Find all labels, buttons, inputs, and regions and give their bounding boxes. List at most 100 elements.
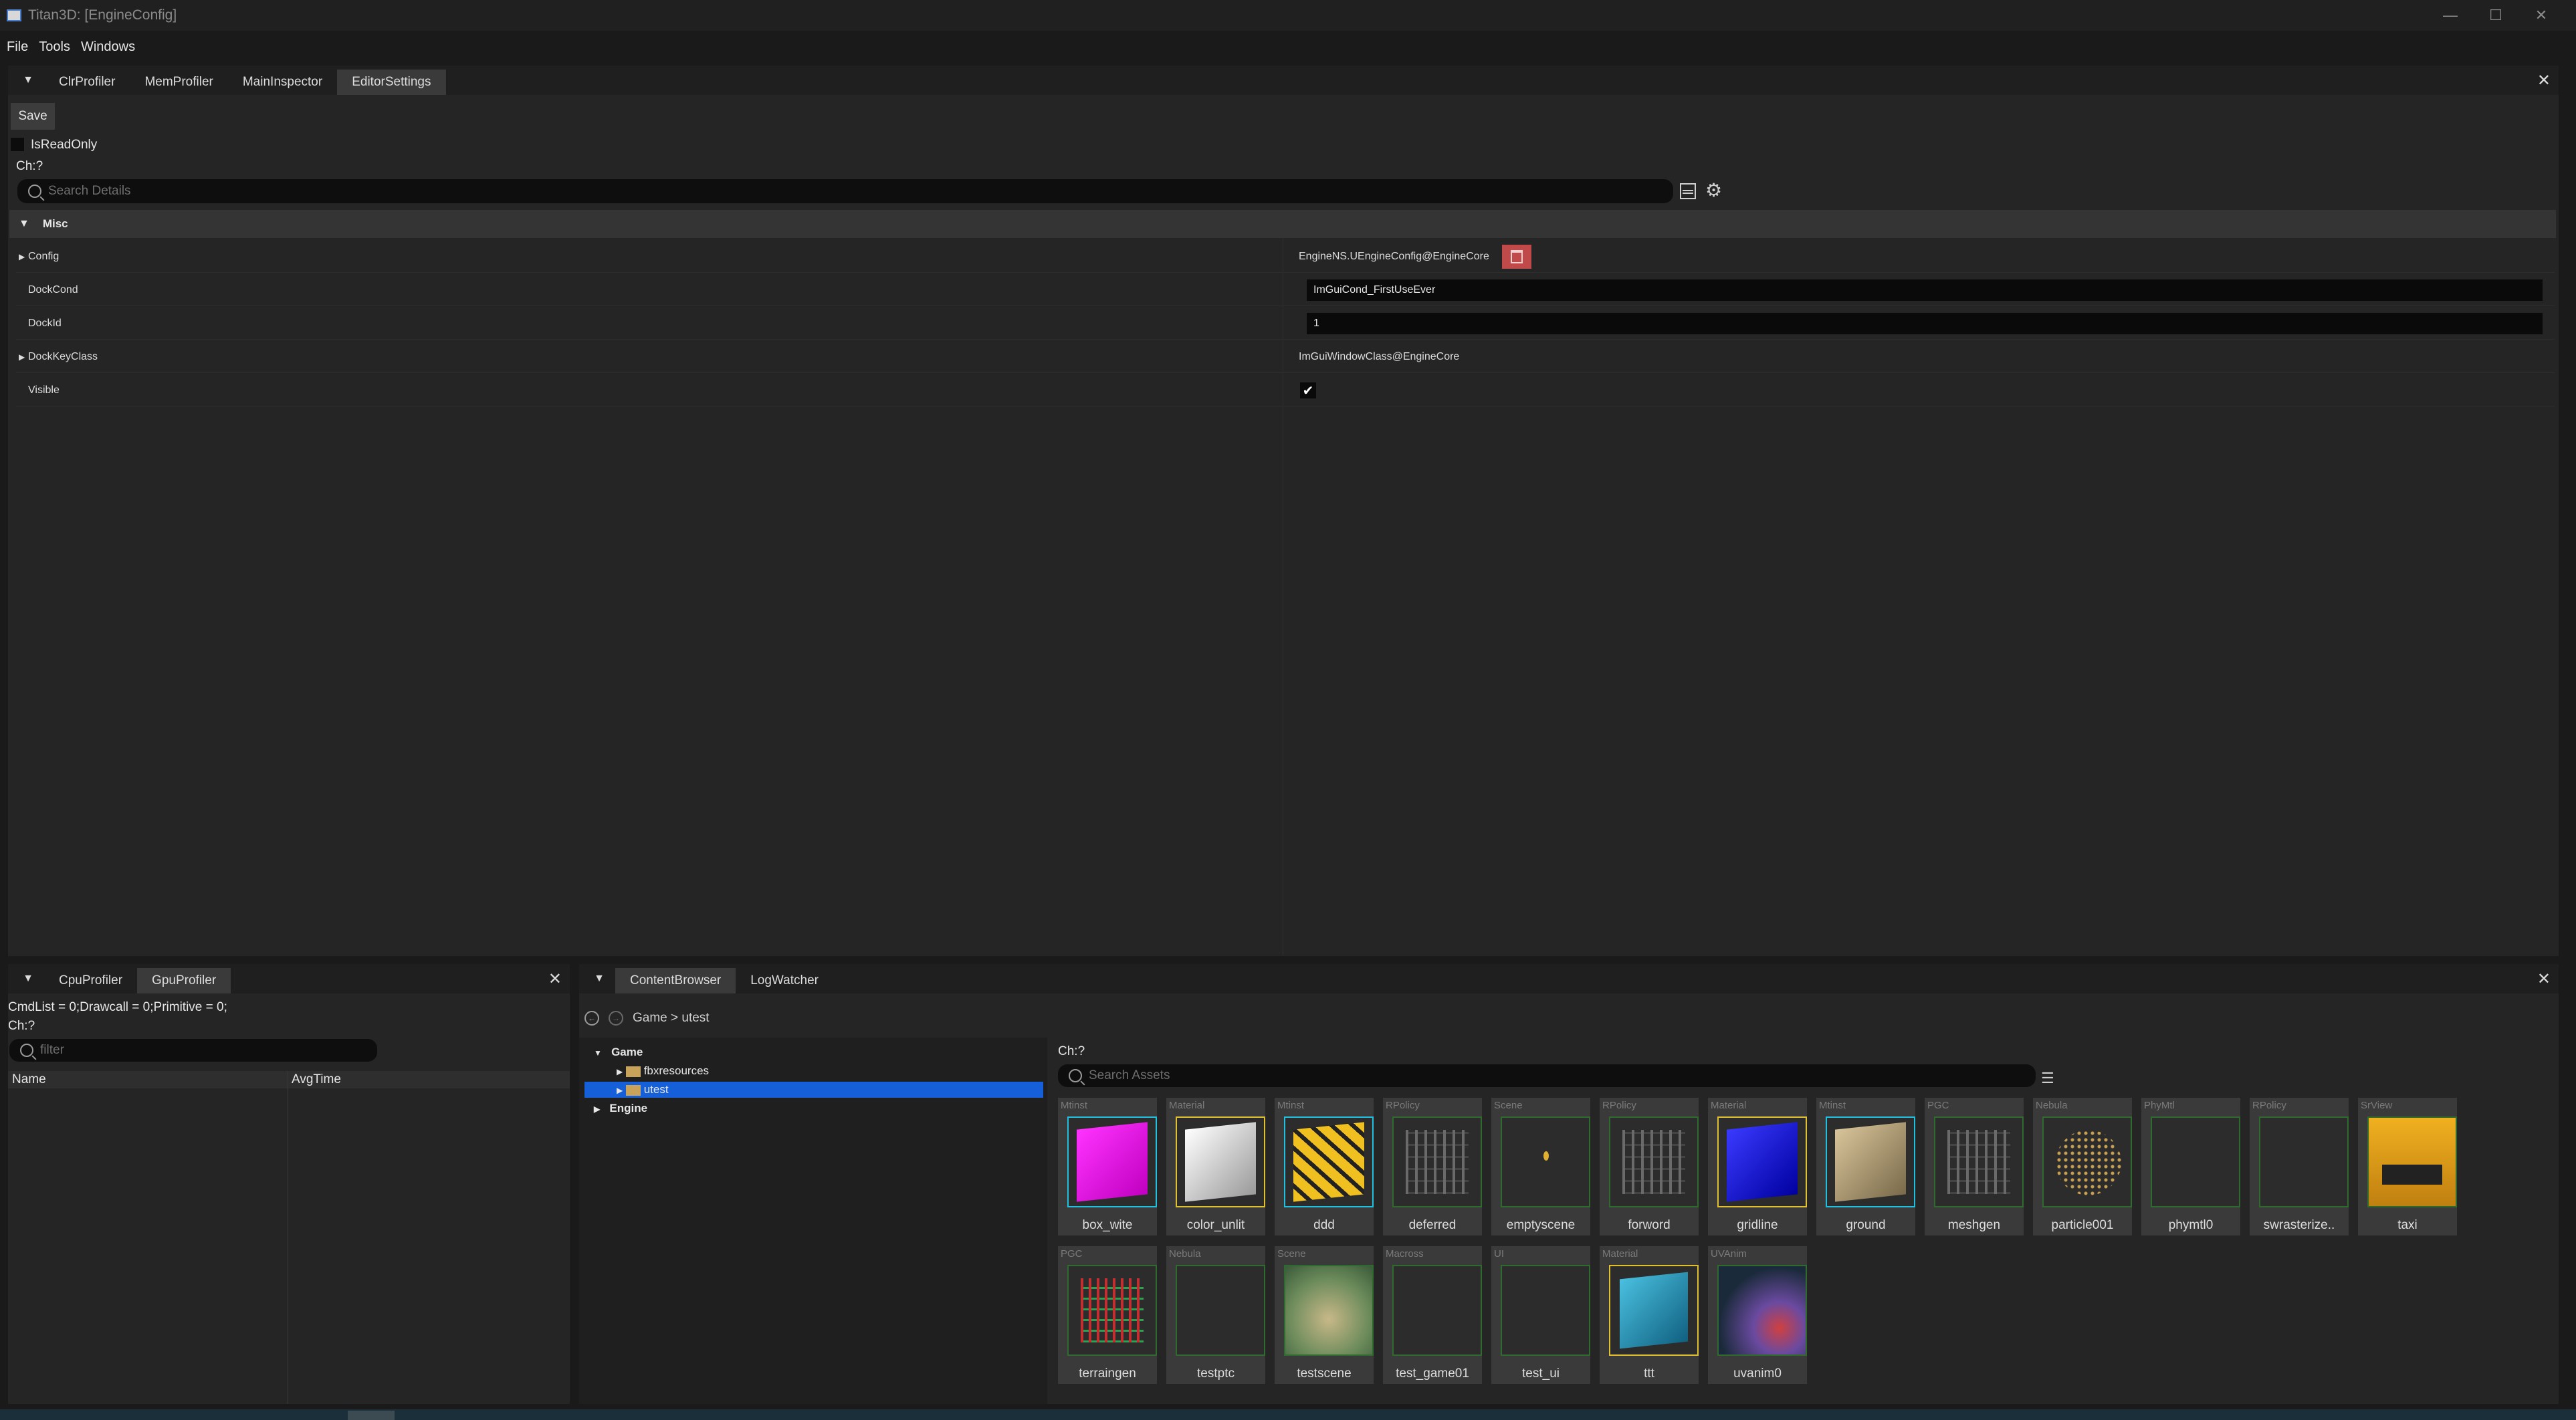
close-window-button[interactable]: ✕ bbox=[2524, 0, 2559, 31]
dockcond-input[interactable]: ImGuiCond_FirstUseEver bbox=[1307, 279, 2543, 301]
asset-thumbnail bbox=[1284, 1265, 1374, 1356]
asset-tile[interactable]: Material color_unlit bbox=[1166, 1098, 1265, 1235]
asset-tile[interactable]: PGC terraingen bbox=[1058, 1246, 1157, 1384]
search-icon bbox=[1069, 1069, 1082, 1082]
tab-editorsettings[interactable]: EditorSettings bbox=[337, 70, 446, 95]
app-icon bbox=[7, 9, 21, 21]
asset-thumbnail bbox=[1609, 1265, 1699, 1356]
asset-tile[interactable]: Macross test_game01 bbox=[1383, 1246, 1482, 1384]
breadcrumb[interactable]: Game > utest bbox=[633, 1011, 710, 1026]
column-avgtime[interactable]: AvgTime bbox=[292, 1072, 341, 1087]
tab-cpuprofiler[interactable]: CpuProfiler bbox=[44, 968, 137, 993]
folder-tree: ▼ Game ▶ fbxresources ▶ utest ▶ Engine bbox=[579, 1038, 1047, 1404]
close-icon[interactable]: ✕ bbox=[2537, 71, 2551, 90]
category-header-misc[interactable]: ▼ Misc bbox=[9, 210, 2556, 238]
table-header: Name AvgTime bbox=[8, 1071, 570, 1088]
asset-tile[interactable]: Scene testscene bbox=[1275, 1246, 1374, 1384]
asset-type: Scene bbox=[1277, 1248, 1306, 1260]
asset-type: Mtinst bbox=[1061, 1100, 1088, 1111]
maximize-button[interactable]: ☐ bbox=[2478, 0, 2513, 31]
asset-tile[interactable]: RPolicy swrasterize.. bbox=[2250, 1098, 2349, 1235]
scrollbar-thumb[interactable] bbox=[348, 1411, 395, 1420]
expand-icon[interactable]: ▶ bbox=[19, 352, 25, 362]
tab-logwatcher[interactable]: LogWatcher bbox=[736, 968, 833, 993]
tab-memprofiler[interactable]: MemProfiler bbox=[130, 70, 227, 95]
tree-node-fbxresources[interactable]: ▶ fbxresources bbox=[617, 1064, 709, 1078]
asset-tile[interactable]: Material ttt bbox=[1600, 1246, 1699, 1384]
panel-menu-icon[interactable]: ▼ bbox=[591, 973, 607, 985]
property-name: Config bbox=[28, 250, 60, 262]
settings-gear-icon[interactable]: ⚙ bbox=[1705, 179, 1722, 201]
asset-tile[interactable]: SrView taxi bbox=[2358, 1098, 2457, 1235]
asset-type: RPolicy bbox=[1386, 1100, 1420, 1111]
dockid-input[interactable]: 1 bbox=[1307, 312, 2543, 334]
search-icon bbox=[20, 1044, 33, 1057]
asset-thumbnail bbox=[1176, 1265, 1265, 1356]
asset-tile[interactable]: UI test_ui bbox=[1491, 1246, 1590, 1384]
asset-type: Nebula bbox=[2036, 1100, 2068, 1111]
tab-gpuprofiler[interactable]: GpuProfiler bbox=[137, 968, 231, 993]
minimize-button[interactable]: — bbox=[2433, 0, 2468, 31]
asset-tile[interactable]: PhyMtl phymtl0 bbox=[2141, 1098, 2240, 1235]
filter-icon[interactable]: ☰ bbox=[2041, 1070, 2054, 1087]
tab-maininspector[interactable]: MainInspector bbox=[228, 70, 337, 95]
asset-tile[interactable]: Scene emptyscene bbox=[1491, 1098, 1590, 1235]
property-row-dockid: DockId 1 bbox=[16, 308, 2555, 340]
asset-tile[interactable]: PGC meshgen bbox=[1925, 1098, 2024, 1235]
panel-menu-icon[interactable]: ▼ bbox=[20, 973, 36, 985]
asset-thumbnail bbox=[2367, 1116, 2457, 1207]
table-view-icon[interactable] bbox=[1680, 183, 1696, 199]
asset-name: emptyscene bbox=[1506, 1218, 1576, 1232]
forward-arrow-icon[interactable]: → bbox=[609, 1011, 623, 1026]
asset-type: Material bbox=[1711, 1100, 1747, 1111]
tree-node-utest[interactable]: ▶ utest bbox=[617, 1083, 669, 1096]
asset-type: Mtinst bbox=[1819, 1100, 1846, 1111]
asset-tile[interactable]: Nebula testptc bbox=[1166, 1246, 1265, 1384]
readonly-checkbox[interactable] bbox=[11, 138, 24, 151]
asset-tile[interactable]: Material gridline bbox=[1708, 1098, 1807, 1235]
readonly-label: IsReadOnly bbox=[31, 138, 98, 152]
asset-name: meshgen bbox=[1947, 1218, 2001, 1232]
asset-tile[interactable]: Nebula particle001 bbox=[2033, 1098, 2132, 1235]
asset-thumbnail bbox=[1067, 1116, 1157, 1207]
close-icon[interactable]: ✕ bbox=[2537, 969, 2551, 989]
back-arrow-icon[interactable]: ← bbox=[584, 1011, 599, 1026]
menu-file[interactable]: File bbox=[7, 39, 28, 55]
column-name[interactable]: Name bbox=[12, 1072, 46, 1087]
filter-placeholder: filter bbox=[40, 1043, 64, 1057]
search-icon bbox=[28, 185, 41, 198]
asset-type: RPolicy bbox=[1602, 1100, 1636, 1111]
asset-thumbnail bbox=[1717, 1265, 1807, 1356]
asset-name: phymtl0 bbox=[2168, 1218, 2214, 1232]
asset-tile[interactable]: Mtinst box_wite bbox=[1058, 1098, 1157, 1235]
asset-tile[interactable]: RPolicy forword bbox=[1600, 1098, 1699, 1235]
tree-node-game[interactable]: ▼ Game bbox=[594, 1046, 643, 1059]
trash-icon bbox=[1511, 250, 1523, 263]
visible-checkbox[interactable]: ✔ bbox=[1300, 382, 1316, 398]
search-assets-input[interactable]: Search Assets bbox=[1058, 1064, 2036, 1087]
delete-button[interactable] bbox=[1502, 245, 1531, 269]
asset-name: deferred bbox=[1408, 1218, 1457, 1232]
asset-tile[interactable]: RPolicy deferred bbox=[1383, 1098, 1482, 1235]
channel-label: Ch:? bbox=[1058, 1044, 1085, 1058]
save-button[interactable]: Save bbox=[11, 103, 55, 130]
tab-clrprofiler[interactable]: ClrProfiler bbox=[44, 70, 130, 95]
asset-tile[interactable]: Mtinst ground bbox=[1816, 1098, 1915, 1235]
asset-thumbnail bbox=[1826, 1116, 1915, 1207]
search-details-input[interactable]: Search Details bbox=[17, 179, 1673, 203]
asset-tile[interactable]: Mtinst ddd bbox=[1275, 1098, 1374, 1235]
expand-icon[interactable]: ▶ bbox=[19, 252, 25, 261]
property-value: EngineNS.UEngineConfig@EngineCore bbox=[1299, 250, 1489, 262]
menu-tools[interactable]: Tools bbox=[39, 39, 70, 55]
asset-tile[interactable]: UVAnim uvanim0 bbox=[1708, 1246, 1807, 1384]
menu-windows[interactable]: Windows bbox=[81, 39, 135, 55]
asset-thumbnail bbox=[1392, 1116, 1482, 1207]
close-icon[interactable]: ✕ bbox=[548, 969, 562, 989]
tree-label: fbxresources bbox=[643, 1064, 710, 1077]
filter-input[interactable]: filter bbox=[9, 1039, 377, 1062]
panel-menu-icon[interactable]: ▼ bbox=[20, 74, 36, 86]
tab-contentbrowser[interactable]: ContentBrowser bbox=[615, 968, 736, 993]
folder-icon bbox=[625, 1066, 641, 1077]
tree-node-engine[interactable]: ▶ Engine bbox=[594, 1102, 647, 1115]
gpu-profiler-panel: ▼ CpuProfiler GpuProfiler ✕ CmdList = 0;… bbox=[8, 964, 570, 1404]
